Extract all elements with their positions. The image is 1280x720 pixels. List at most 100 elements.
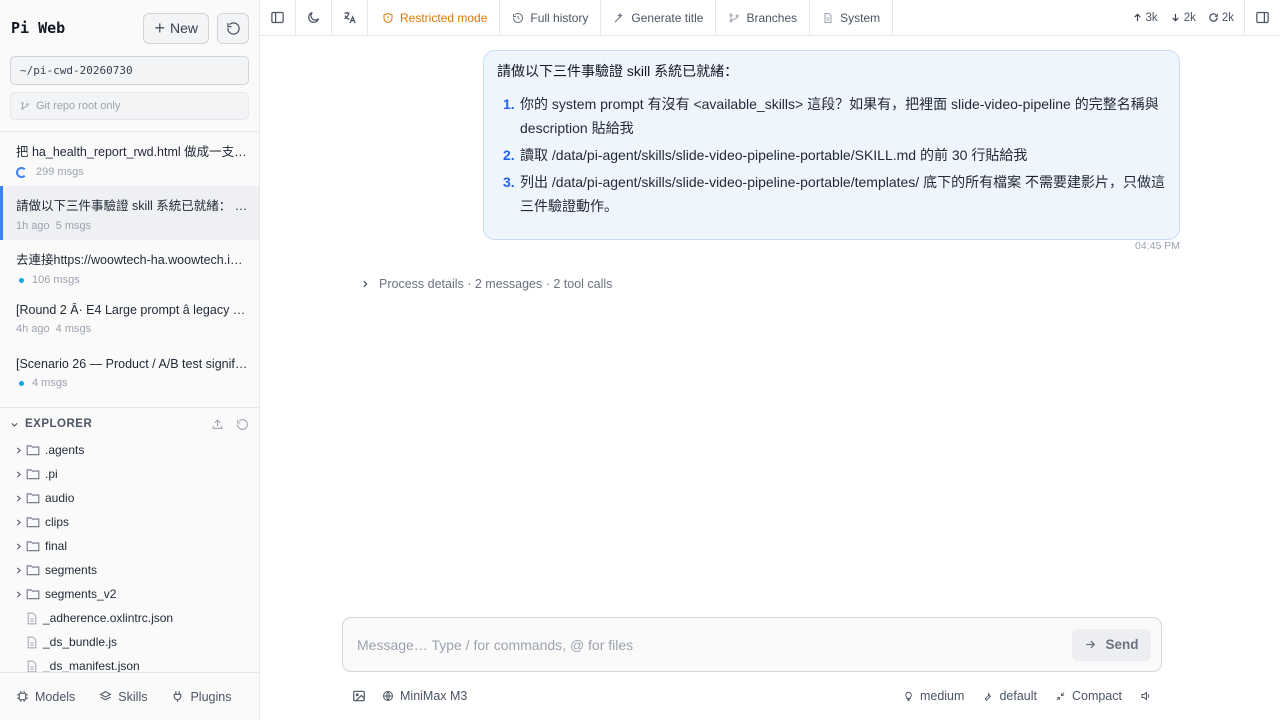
system-button[interactable]: System: [810, 0, 894, 36]
folder-icon: [26, 468, 40, 480]
top-toolbar: Restricted mode Full history Generate ti…: [260, 0, 1280, 36]
tree-folder[interactable]: segments: [0, 558, 259, 582]
send-button[interactable]: Send: [1072, 628, 1151, 661]
chevron-down-icon: [11, 422, 18, 427]
explorer-title: EXPLORER: [25, 418, 93, 430]
list-item: 1. 你的 system prompt 有沒有 <available_skills…: [497, 92, 1165, 140]
history-icon: [226, 21, 240, 35]
tree-folder[interactable]: final: [0, 534, 259, 558]
session-meta: 4 msgs: [16, 377, 249, 389]
branches-button[interactable]: Branches: [716, 0, 811, 36]
upload-icon[interactable]: [211, 418, 224, 431]
sidebar-footer: Models Skills Plugins: [0, 672, 259, 720]
speaker-icon: [1141, 691, 1150, 701]
restricted-mode-button[interactable]: Restricted mode: [368, 0, 501, 36]
session-msgs: 4 msgs: [55, 323, 92, 335]
plugins-button[interactable]: Plugins: [171, 690, 231, 704]
model-selector[interactable]: MiniMax M3: [382, 689, 467, 703]
session-msgs: 106 msgs: [32, 274, 80, 286]
layers-icon: [99, 691, 112, 701]
session-item[interactable]: [Scenario 26 — Product / A/B test signif…: [0, 348, 259, 402]
git-root-field[interactable]: Git repo root only: [10, 92, 249, 120]
tree-file[interactable]: _adherence.oxlintrc.json: [0, 606, 259, 630]
globe-icon: [383, 691, 393, 701]
sidebar-header: Pi Web + New: [0, 0, 259, 56]
session-time: 4h ago: [16, 323, 50, 335]
session-time: 1h ago: [16, 220, 50, 232]
tree-folder[interactable]: segments_v2: [0, 582, 259, 606]
tree-item-label: _adherence.oxlintrc.json: [43, 611, 174, 625]
session-meta: 106 msgs: [16, 274, 249, 286]
session-title: [Scenario 26 — Product / A/B test signif…: [16, 357, 249, 371]
plug-icon: [174, 691, 182, 702]
explorer-header[interactable]: EXPLORER: [0, 410, 259, 438]
chevron-right-icon: [10, 518, 26, 527]
composer-options: medium default Compact: [903, 689, 1162, 703]
history-button[interactable]: [217, 12, 249, 44]
tree-item-label: _ds_bundle.js: [43, 635, 118, 649]
session-item[interactable]: 把 ha_health_report_rwd.html 做成一支 3… 299 …: [0, 132, 259, 186]
session-title: [Round 2 Â· E4 Large prompt â legacy sc…: [16, 303, 249, 317]
translate-button[interactable]: [332, 0, 368, 36]
toggle-sidebar-button[interactable]: [260, 0, 296, 36]
plus-icon: +: [154, 18, 165, 38]
session-meta: 299 msgs: [16, 166, 249, 178]
folder-icon: [26, 516, 40, 528]
restricted-mode-label: Restricted mode: [400, 10, 488, 25]
chevron-right-icon: [363, 280, 368, 288]
tree-folder[interactable]: .agents: [0, 438, 259, 462]
file-tree: .agents .pi audio clips final segments segment…: [0, 438, 259, 678]
message-timestamp: 04:45 PM: [1135, 240, 1180, 252]
sidebar-toggle-icon: [271, 11, 284, 24]
cycle-icon: [1209, 13, 1218, 22]
message-input[interactable]: [357, 636, 1072, 653]
panel-right-icon: [1256, 11, 1269, 24]
folder-icon: [26, 444, 40, 456]
context-counter: 2k: [1208, 12, 1234, 24]
session-item-active[interactable]: 請做以下三件事驗證 skill 系統已就緒： 1. … 1h ago 5 msg…: [0, 186, 259, 240]
session-msgs: 4 msgs: [32, 377, 68, 389]
lightbulb-icon: [905, 691, 912, 701]
minimize-icon: [1056, 692, 1065, 700]
cwd-field[interactable]: ~/pi-cwd-20260730: [10, 56, 249, 85]
session-meta: 4h ago 4 msgs: [16, 323, 249, 335]
list-text: 讀取 /data/pi-agent/skills/slide-video-pip…: [520, 147, 1028, 163]
context-value: 2k: [1221, 11, 1234, 24]
session-list: 把 ha_health_report_rwd.html 做成一支 3… 299 …: [0, 131, 259, 402]
toggle-right-panel-button[interactable]: [1244, 0, 1280, 36]
new-session-button[interactable]: + New: [143, 12, 209, 44]
compact-label: Compact: [1071, 689, 1122, 703]
brand-title: Pi Web: [11, 19, 66, 37]
effort-selector[interactable]: medium: [903, 689, 964, 703]
full-history-button[interactable]: Full history: [500, 0, 602, 36]
file-icon: [26, 660, 38, 673]
mode-selector[interactable]: default: [982, 689, 1037, 703]
list-item: 2. 讀取 /data/pi-agent/skills/slide-video-p…: [497, 143, 1165, 167]
session-item[interactable]: 去連接https://woowtech-ha.woowtech.io/ … 10…: [0, 240, 259, 294]
send-label: Send: [1105, 637, 1139, 652]
branches-label: Branches: [746, 10, 798, 25]
tree-folder[interactable]: clips: [0, 510, 259, 534]
chevron-right-icon: [10, 470, 26, 479]
process-details-toggle[interactable]: Process details · 2 messages · 2 tool ca…: [360, 277, 612, 291]
generate-title-button[interactable]: Generate title: [601, 0, 717, 36]
refresh-icon[interactable]: [236, 418, 249, 431]
folder-icon: [26, 588, 40, 600]
loading-spinner-icon: [16, 166, 27, 178]
models-button[interactable]: Models: [16, 690, 75, 704]
session-item[interactable]: [Round 2 Â· E4 Large prompt â legacy sc……: [0, 294, 259, 348]
document-icon: [824, 12, 832, 23]
tree-file[interactable]: _ds_bundle.js: [0, 630, 259, 654]
tree-folder[interactable]: audio: [0, 486, 259, 510]
effort-label: medium: [919, 689, 965, 703]
skills-button[interactable]: Skills: [99, 690, 147, 704]
audio-button[interactable]: [1140, 690, 1152, 702]
tree-folder[interactable]: .pi: [0, 462, 259, 486]
mode-label: default: [999, 689, 1037, 703]
list-number: 3.: [503, 174, 515, 190]
list-number: 1.: [503, 96, 515, 112]
wand-icon: [615, 12, 624, 22]
compact-button[interactable]: Compact: [1055, 689, 1122, 703]
attach-image-button[interactable]: [352, 689, 366, 703]
theme-toggle-button[interactable]: [296, 0, 332, 36]
